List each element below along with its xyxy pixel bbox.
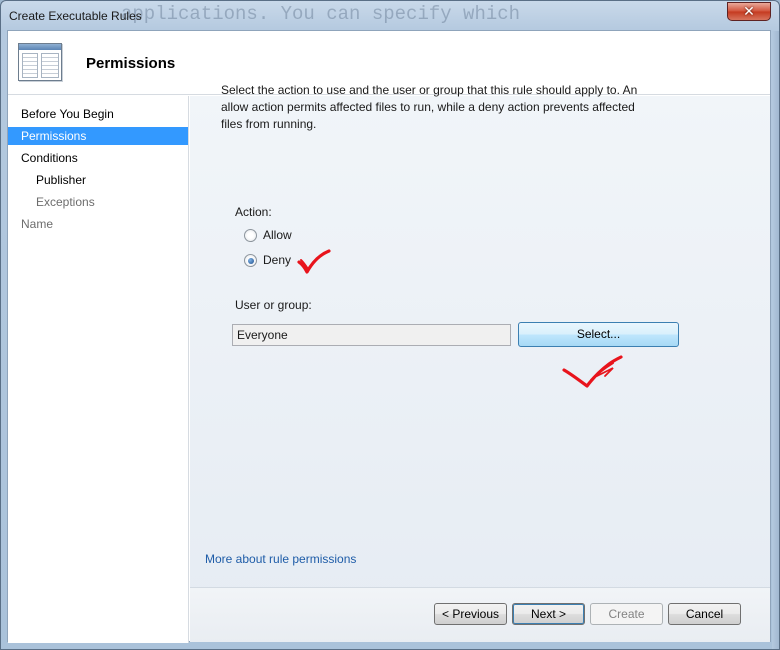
more-about-permissions-link[interactable]: More about rule permissions [205,552,356,566]
check-mark-icon [562,355,623,388]
title-bar[interactable]: applications. You can specify which Crea… [1,1,779,31]
page-description: Select the action to use and the user or… [221,83,638,131]
wizard-nav: Before You Begin Permissions Conditions … [8,96,189,643]
nav-item-conditions[interactable]: Conditions [8,149,188,167]
nav-item-permissions[interactable]: Permissions [8,127,188,145]
nav-item-name[interactable]: Name [8,215,188,233]
close-button[interactable]: ✕ [727,2,771,21]
select-user-button[interactable]: Select... [518,322,679,347]
deny-radio-label[interactable]: Deny [263,253,291,267]
check-mark-icon [297,249,331,274]
nav-item-before-you-begin[interactable]: Before You Begin [8,105,188,123]
wizard-window-icon [18,43,62,81]
next-button[interactable]: Next > [512,603,585,625]
close-icon: ✕ [743,3,755,19]
deny-radio[interactable] [244,254,257,267]
user-group-label: User or group: [235,298,312,312]
allow-radio[interactable] [244,229,257,242]
user-group-field[interactable]: Everyone [232,324,511,346]
page-title: Permissions [86,55,176,72]
create-button[interactable]: Create [590,603,663,625]
cancel-button[interactable]: Cancel [668,603,741,625]
nav-item-exceptions[interactable]: Exceptions [8,193,188,211]
nav-item-publisher[interactable]: Publisher [8,171,188,189]
window-title: Create Executable Rules [9,9,142,23]
allow-radio-label[interactable]: Allow [263,228,292,242]
content-panel [190,96,770,618]
background-window-text: applications. You can specify which [121,3,521,25]
previous-button[interactable]: < Previous [434,603,507,625]
window-frame-right [772,31,779,649]
action-label: Action: [235,205,272,219]
